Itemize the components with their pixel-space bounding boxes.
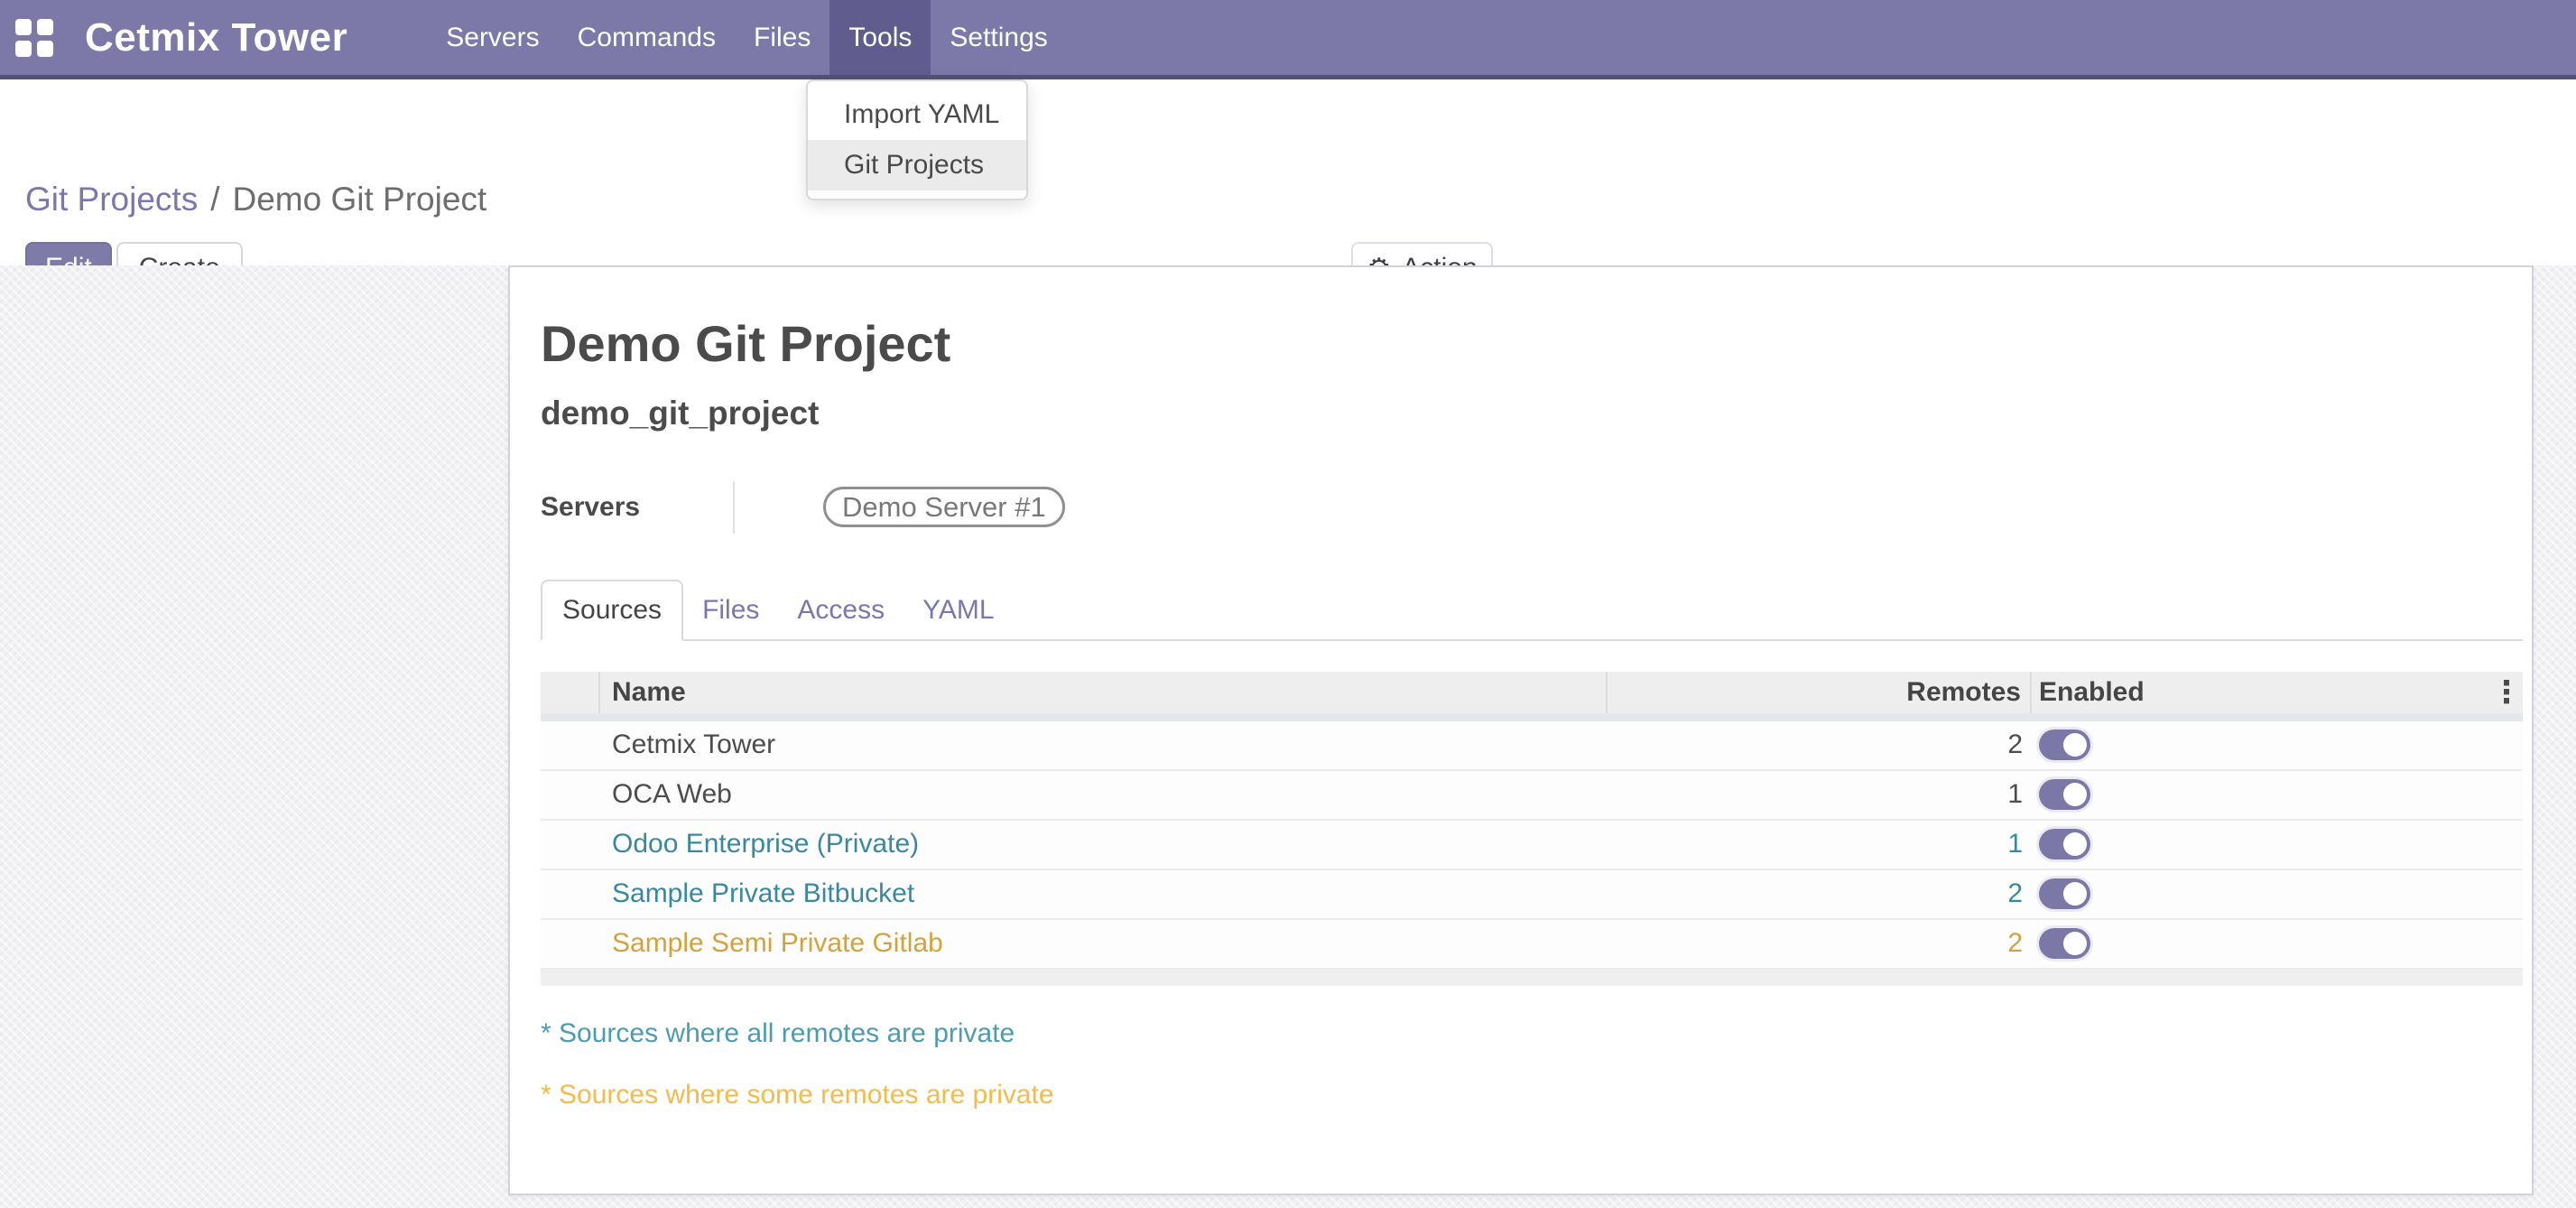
- apps-menu-button[interactable]: [0, 0, 69, 75]
- tools-dropdown-menu: Import YAML Git Projects: [806, 79, 1028, 200]
- source-name-cell[interactable]: Odoo Enterprise (Private): [600, 821, 1608, 869]
- enabled-cell: [2032, 920, 2490, 968]
- row-spacer-cell: [2490, 920, 2523, 968]
- notebook-tabs: Sources Files Access YAML: [541, 582, 2523, 641]
- form-view-background: Demo Git Project demo_git_project Server…: [0, 265, 2576, 1208]
- enabled-toggle[interactable]: [2039, 779, 2090, 810]
- row-spacer-cell: [2490, 771, 2523, 819]
- table-row[interactable]: Odoo Enterprise (Private) 1: [541, 821, 2523, 870]
- apps-grid-icon: [15, 19, 53, 57]
- control-panel: Git Projects / Demo Git Project Edit Cre…: [0, 79, 2576, 265]
- brand-title: Cetmix Tower: [85, 0, 347, 75]
- sources-table: Name Remotes Enabled ⋮ Cetmix Tower 2: [541, 672, 2523, 986]
- remotes-count-cell[interactable]: 1: [1608, 821, 2032, 869]
- breadcrumb-separator: /: [210, 181, 219, 218]
- remotes-count-cell[interactable]: 2: [1608, 721, 2032, 769]
- enabled-toggle[interactable]: [2039, 928, 2090, 959]
- column-header-remotes[interactable]: Remotes: [1608, 672, 2032, 713]
- server-tag: Demo Server #1: [823, 487, 1065, 527]
- toggle-knob: [2063, 832, 2087, 856]
- row-spacer-cell: [2490, 821, 2523, 869]
- field-separator: [733, 481, 735, 534]
- nav-item-files[interactable]: Files: [735, 0, 829, 75]
- enabled-cell: [2032, 821, 2490, 869]
- tab-yaml[interactable]: YAML: [903, 581, 1013, 639]
- toggle-knob: [2063, 932, 2087, 955]
- remotes-count-cell[interactable]: 2: [1608, 920, 2032, 968]
- table-footer-strip: [541, 970, 2523, 986]
- nav-item-commands[interactable]: Commands: [559, 0, 735, 75]
- nav-item-settings[interactable]: Settings: [931, 0, 1066, 75]
- record-reference: demo_git_project: [541, 395, 2523, 432]
- page-title: Demo Git Project: [541, 318, 2523, 371]
- source-name-cell[interactable]: Sample Semi Private Gitlab: [600, 920, 1608, 968]
- enabled-cell: [2032, 771, 2490, 819]
- dropdown-item-git-projects[interactable]: Git Projects: [808, 140, 1026, 190]
- table-row[interactable]: Cetmix Tower 2: [541, 721, 2523, 771]
- tab-files[interactable]: Files: [683, 581, 778, 639]
- kebab-vertical-dots-icon: ⋮: [2491, 674, 2522, 711]
- source-name-cell[interactable]: Cetmix Tower: [600, 721, 1608, 769]
- top-navbar: Cetmix Tower Servers Commands Files Tool…: [0, 0, 2576, 79]
- main-menu: Servers Commands Files Tools Settings: [427, 0, 1067, 75]
- enabled-toggle[interactable]: [2039, 829, 2090, 860]
- row-handle-cell: [541, 771, 600, 819]
- table-header-handle-cell: [541, 672, 600, 713]
- column-header-name[interactable]: Name: [600, 672, 1608, 713]
- row-spacer-cell: [2490, 721, 2523, 769]
- table-row[interactable]: Sample Private Bitbucket 2: [541, 870, 2523, 920]
- column-header-enabled[interactable]: Enabled: [2032, 672, 2490, 713]
- enabled-toggle[interactable]: [2039, 878, 2090, 909]
- remotes-count-cell[interactable]: 1: [1608, 771, 2032, 819]
- nav-item-tools[interactable]: Tools: [829, 0, 931, 75]
- toggle-knob: [2063, 783, 2087, 806]
- dropdown-item-import-yaml[interactable]: Import YAML: [808, 89, 1026, 140]
- legend-all-remotes-private: * Sources where all remotes are private: [541, 1018, 2523, 1049]
- breadcrumb-current: Demo Git Project: [233, 181, 487, 218]
- optional-columns-button[interactable]: ⋮: [2490, 672, 2523, 713]
- table-header-row: Name Remotes Enabled ⋮: [541, 672, 2523, 721]
- tab-access[interactable]: Access: [778, 581, 903, 639]
- legend-some-remotes-private: * Sources where some remotes are private: [541, 1080, 2523, 1110]
- enabled-cell: [2032, 870, 2490, 918]
- breadcrumb-link-git-projects[interactable]: Git Projects: [25, 181, 198, 218]
- tab-sources[interactable]: Sources: [541, 580, 683, 641]
- source-name-cell[interactable]: Sample Private Bitbucket: [600, 870, 1608, 918]
- row-spacer-cell: [2490, 870, 2523, 918]
- row-handle-cell: [541, 870, 600, 918]
- table-row[interactable]: Sample Semi Private Gitlab 2: [541, 920, 2523, 970]
- nav-item-servers[interactable]: Servers: [427, 0, 558, 75]
- form-sheet: Demo Git Project demo_git_project Server…: [508, 265, 2534, 1195]
- toggle-knob: [2063, 882, 2087, 906]
- breadcrumb: Git Projects / Demo Git Project: [25, 181, 486, 218]
- enabled-cell: [2032, 721, 2490, 769]
- source-name-cell[interactable]: OCA Web: [600, 771, 1608, 819]
- row-handle-cell: [541, 920, 600, 968]
- remotes-count-cell[interactable]: 2: [1608, 870, 2032, 918]
- row-handle-cell: [541, 821, 600, 869]
- servers-field-row: Servers Demo Server #1: [541, 481, 2523, 534]
- table-row[interactable]: OCA Web 1: [541, 771, 2523, 821]
- servers-field-label: Servers: [541, 492, 733, 523]
- enabled-toggle[interactable]: [2039, 729, 2090, 760]
- row-handle-cell: [541, 721, 600, 769]
- toggle-knob: [2063, 733, 2087, 757]
